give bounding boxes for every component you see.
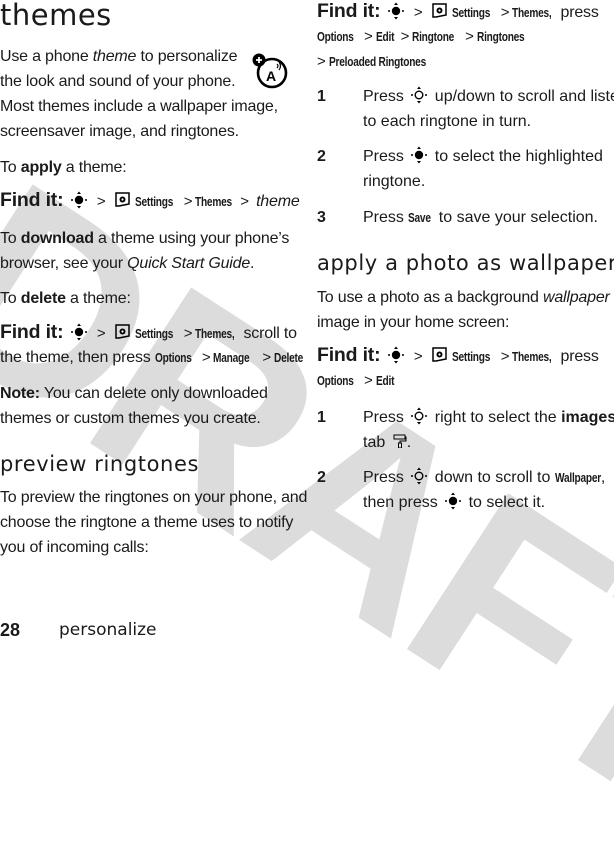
download-line-1: To download a theme using your phone’s <box>0 230 290 247</box>
delete-instruction: To delete a theme: <box>0 290 131 307</box>
find-it-label: Find it: <box>317 0 381 22</box>
settings-icon <box>115 324 130 339</box>
download-line-2: browser, see your Quick Start Guide. <box>0 255 255 272</box>
nav-key-icon <box>70 323 88 341</box>
settings-menu: Settings <box>451 349 490 364</box>
preview-ringtones-heading: preview ringtones <box>0 452 200 476</box>
paint-roller-icon <box>393 434 407 448</box>
note-line-1: Note: You can delete only downloaded <box>0 385 268 402</box>
note-line-2: themes or custom themes you create. <box>0 410 261 427</box>
nav-key-icon <box>410 146 428 164</box>
nav-key-outline-icon <box>410 407 428 425</box>
options-menu: Options <box>317 29 354 44</box>
wallpaper-menu: Wallpaper <box>554 470 601 485</box>
page-number: 28 <box>0 620 21 640</box>
find-it-label: Find it: <box>317 344 381 366</box>
settings-icon <box>432 3 447 18</box>
find-it-label: Find it: <box>0 189 64 211</box>
find-it-label: Find it: <box>0 321 64 343</box>
themes-menu: Themes, <box>512 349 552 364</box>
delete-menu: Delete <box>273 350 303 365</box>
find-it-wallpaper: Find it: > Settings > Themes, press <box>317 343 599 370</box>
find-it-delete-line-2: the theme, then press Options > Manage > Del… <box>0 345 304 371</box>
wallpaper-text-2: image in your home screen: <box>317 314 510 331</box>
intro-line-2: the look and sound of your phone. <box>0 73 236 90</box>
manage-menu: Manage <box>213 350 250 365</box>
settings-icon <box>115 192 130 207</box>
themes-menu: Themes, <box>512 5 552 20</box>
preview-text-2: choose the ringtone a theme uses to noti… <box>0 514 294 531</box>
nav-key-icon <box>387 2 405 20</box>
find-it-apply: Find it: > Settings > Themes > theme <box>0 188 300 215</box>
find-it-ringtones: Find it: > Settings > Themes, press <box>317 0 599 26</box>
find-it-wallpaper-line-2: Options > Edit <box>317 368 398 394</box>
section-name: personalize <box>59 620 157 640</box>
wallpaper-text-1: To use a photo as a background wallpaper <box>317 289 610 306</box>
preview-text-3: you of incoming calls: <box>0 539 149 556</box>
settings-menu: Settings <box>134 326 173 341</box>
ringtone-menu: Ringtone <box>412 29 455 44</box>
themes-menu: Themes <box>195 194 233 209</box>
theme-feature-icon: A <box>252 53 288 89</box>
preview-text-1: To preview the ringtones on your phone, … <box>0 489 308 506</box>
preloaded-ringtones-menu: Preloaded Ringtones <box>328 54 426 69</box>
options-menu: Options <box>154 350 192 365</box>
svg-text:A: A <box>266 68 276 84</box>
settings-menu: Settings <box>451 5 490 20</box>
apply-instruction: To apply a theme: <box>0 159 127 176</box>
settings-menu: Settings <box>134 194 173 209</box>
find-it-ringtones-line-2: Options > Edit > Ringtone > Ringtones <box>317 24 535 50</box>
page-title: themes <box>0 0 112 32</box>
edit-menu: Edit <box>375 29 394 44</box>
save-key: Save <box>408 210 432 225</box>
nav-key-icon <box>70 191 88 209</box>
intro-line-4: screensaver image, and ringtones. <box>0 123 239 140</box>
settings-icon <box>432 347 447 362</box>
nav-key-outline-icon <box>410 86 428 104</box>
nav-key-icon <box>444 492 462 510</box>
edit-menu: Edit <box>375 373 394 388</box>
intro-line-3: Most themes include a wallpaper image, <box>0 98 278 115</box>
wallpaper-heading: apply a photo as wallpaper <box>317 251 614 275</box>
themes-menu: Themes, <box>195 326 235 341</box>
find-it-ringtones-line-3: > Preloaded Ringtones <box>317 49 439 75</box>
options-menu: Options <box>317 373 354 388</box>
find-it-delete: Find it: > Settings > Themes, scroll to <box>0 320 297 347</box>
nav-key-icon <box>387 346 405 364</box>
nav-key-outline-icon <box>410 467 428 485</box>
ringtones-menu: Ringtones <box>476 29 525 44</box>
intro-line-1: Use a phone theme to personalize <box>0 48 238 65</box>
